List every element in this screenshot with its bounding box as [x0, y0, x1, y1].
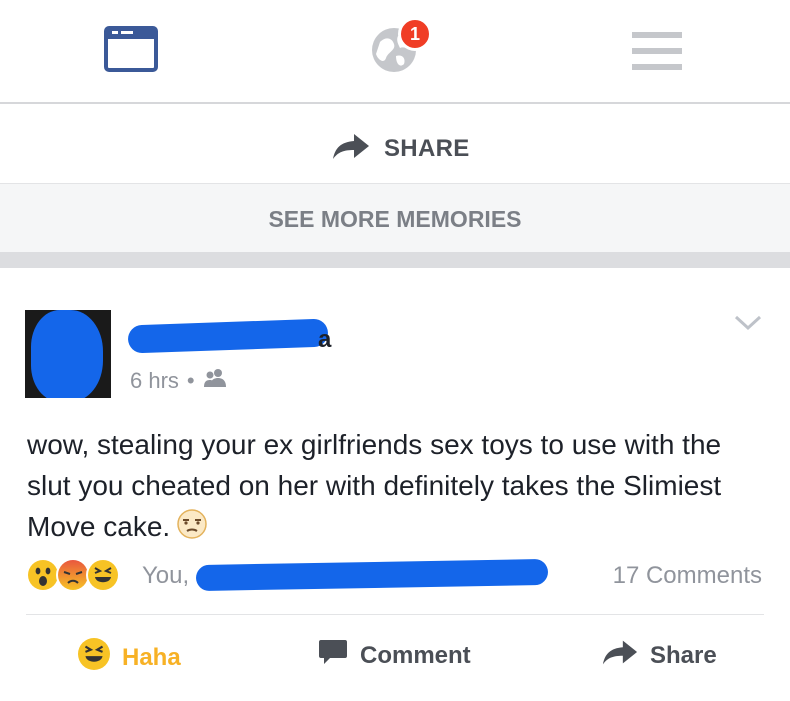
author-name-redaction — [127, 318, 329, 354]
reactors-text[interactable]: You, — [142, 562, 189, 590]
wow-reaction-icon — [26, 558, 60, 592]
haha-button[interactable]: Haha — [78, 638, 181, 677]
haha-reaction-icon — [86, 558, 120, 592]
avatar-redaction — [31, 310, 103, 398]
post-actions: Haha Comment Share — [0, 638, 790, 688]
reaction-icons[interactable] — [26, 558, 120, 592]
haha-label: Haha — [122, 643, 181, 671]
see-more-memories-label: SEE MORE MEMORIES — [268, 206, 522, 232]
memory-share-row: SHARE — [0, 106, 790, 184]
post-body: wow, stealing your ex girlfriends sex to… — [27, 424, 767, 551]
friends-icon — [203, 368, 227, 394]
chevron-down-icon[interactable] — [734, 314, 762, 337]
post-text: wow, stealing your ex girlfriends sex to… — [27, 429, 722, 542]
top-navigation-bar: 1 — [0, 0, 790, 104]
haha-icon — [78, 638, 110, 677]
comments-count[interactable]: 17 Comments — [613, 562, 762, 590]
comment-button[interactable]: Comment — [318, 638, 471, 673]
share-label: Share — [650, 641, 717, 669]
share-button[interactable]: Share — [602, 638, 717, 673]
unamused-emoji-icon — [176, 508, 208, 551]
notification-badge: 1 — [398, 17, 432, 51]
news-feed-icon[interactable] — [104, 26, 158, 77]
share-label: SHARE — [384, 134, 470, 162]
menu-icon[interactable] — [632, 30, 682, 77]
post-meta: 6 hrs • — [130, 368, 227, 394]
feed-post: a 6 hrs • wow, stealing your ex girlfrie… — [0, 284, 790, 701]
see-more-memories-row[interactable]: SEE MORE MEMORIES — [0, 184, 790, 268]
share-arrow-icon — [332, 132, 370, 165]
comment-bubble-icon — [318, 638, 348, 673]
share-arrow-icon — [602, 638, 638, 673]
author-name-fragment[interactable]: a — [318, 326, 331, 354]
post-timestamp[interactable]: 6 hrs — [130, 368, 179, 394]
angry-reaction-icon — [56, 558, 90, 592]
divider — [26, 614, 764, 615]
comment-label: Comment — [360, 641, 471, 669]
memory-share-button[interactable]: SHARE — [332, 132, 470, 165]
reactors-redaction — [195, 558, 549, 592]
avatar[interactable] — [25, 310, 111, 398]
meta-separator-dot: • — [186, 368, 195, 393]
